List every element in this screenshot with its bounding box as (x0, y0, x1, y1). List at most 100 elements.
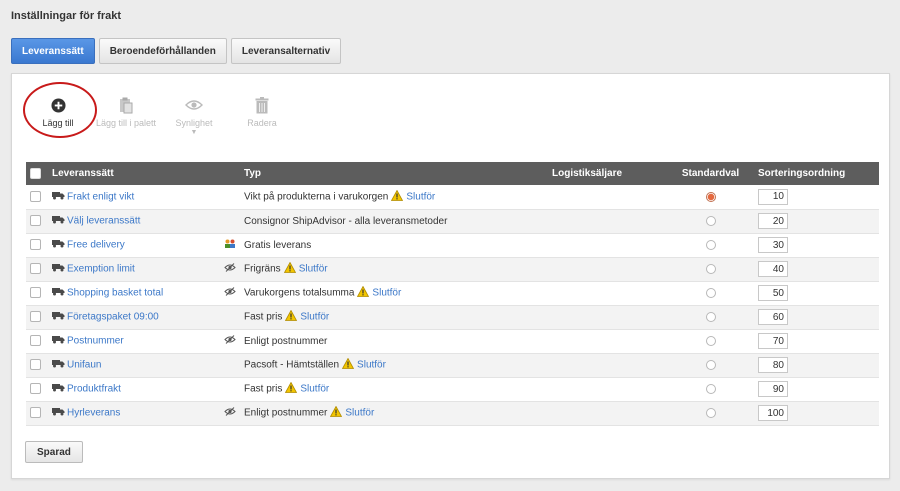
sort-order-input[interactable] (758, 309, 788, 325)
trash-icon (255, 96, 269, 114)
sort-order-input[interactable] (758, 333, 788, 349)
default-radio[interactable] (705, 263, 716, 274)
delivery-method-link[interactable]: Shopping basket total (67, 288, 163, 299)
eye-icon (185, 96, 203, 114)
row-checkbox[interactable] (30, 335, 41, 347)
truck-icon (52, 383, 65, 395)
finish-link[interactable]: Slutför (300, 312, 329, 323)
truck-icon (52, 407, 65, 419)
table-header-row: Leveranssätt Typ Logistiksäljare Standar… (26, 162, 879, 185)
table-row: Shopping basket total Varukorgens totalsu… (26, 281, 879, 305)
default-radio[interactable] (705, 407, 716, 418)
type-text: Frigräns (244, 263, 281, 275)
sort-order-input[interactable] (758, 237, 788, 253)
sort-order-input[interactable] (758, 357, 788, 373)
delivery-method-link[interactable]: Företagspaket 09:00 (67, 312, 159, 323)
row-checkbox[interactable] (30, 383, 41, 395)
delivery-method-link[interactable]: Postnummer (67, 336, 124, 347)
add-button-label: Lägg till (42, 118, 74, 128)
delivery-method-link[interactable]: Unifaun (67, 360, 101, 371)
select-all-cell (26, 162, 48, 185)
truck-icon (52, 239, 65, 251)
logistics-cell (548, 353, 673, 377)
sort-order-input[interactable] (758, 188, 788, 205)
main-panel: Lägg till Lägg till i palett Synlighet ▼… (11, 73, 890, 479)
table-row: Frakt enligt vikt Vikt på produkterna i v… (26, 185, 879, 209)
add-to-palette-button[interactable]: Lägg till i palett (92, 86, 160, 136)
row-checkbox[interactable] (30, 359, 41, 371)
type-text: Pacsoft - Hämtställen (244, 359, 340, 371)
default-radio[interactable] (705, 287, 716, 298)
delivery-method-link[interactable]: Produktfrakt (67, 384, 121, 395)
warning-icon (391, 189, 404, 204)
dropdown-caret-icon: ▼ (190, 129, 198, 136)
warning-icon (357, 285, 370, 300)
column-header-sort[interactable]: Sorteringsordning (748, 162, 879, 185)
row-checkbox[interactable] (30, 191, 41, 203)
default-radio[interactable] (705, 239, 716, 250)
finish-link[interactable]: Slutför (372, 288, 401, 299)
warning-icon (341, 357, 355, 372)
default-radio[interactable] (705, 215, 716, 226)
truck-icon (52, 263, 65, 275)
delivery-method-link[interactable]: Välj leveranssätt (67, 216, 140, 227)
truck-icon (52, 311, 65, 323)
table-row: Välj leveranssätt Consignor ShipAdvisor -… (26, 209, 879, 233)
sort-order-input[interactable] (758, 405, 788, 421)
delivery-method-link[interactable]: Frakt enligt vikt (67, 191, 134, 202)
finish-link[interactable]: Slutför (300, 384, 329, 395)
logistics-cell (548, 305, 673, 329)
row-checkbox[interactable] (30, 263, 41, 275)
tab-leveranssatt[interactable]: Leveranssätt (11, 38, 95, 64)
select-all-checkbox[interactable] (30, 167, 41, 179)
column-header-name[interactable]: Leveranssätt (48, 162, 220, 185)
finish-link[interactable]: Slutför (357, 360, 386, 371)
delete-label: Radera (247, 118, 277, 128)
logistics-cell (548, 209, 673, 233)
warning-icon (285, 381, 298, 396)
table-row: Postnummer Enligt postnummer (26, 329, 879, 353)
row-checkbox[interactable] (30, 215, 41, 227)
visibility-button[interactable]: Synlighet ▼ (160, 86, 228, 136)
row-checkbox[interactable] (30, 407, 41, 419)
tab-leveransalternativ[interactable]: Leveransalternativ (230, 38, 342, 64)
truck-icon (52, 287, 65, 299)
sort-order-input[interactable] (758, 285, 788, 301)
logistics-cell (548, 257, 673, 281)
column-header-type[interactable]: Typ (240, 162, 548, 185)
default-radio[interactable] (705, 359, 716, 370)
finish-link[interactable]: Slutför (345, 408, 374, 419)
type-text: Fast pris (244, 383, 283, 395)
delivery-method-link[interactable]: Free delivery (67, 240, 125, 251)
default-radio[interactable] (705, 191, 716, 202)
column-header-logistics[interactable]: Logistiksäljare (548, 162, 673, 185)
sort-order-input[interactable] (758, 261, 788, 277)
visibility-label: Synlighet (175, 118, 213, 128)
default-radio[interactable] (705, 383, 716, 394)
table-row: Produktfrakt Fast pris Slutför (26, 377, 879, 401)
save-button[interactable]: Sparad (25, 441, 83, 463)
sort-order-input[interactable] (758, 381, 788, 397)
row-checkbox[interactable] (30, 287, 41, 299)
add-button[interactable]: Lägg till (24, 86, 92, 136)
column-header-default[interactable]: Standardval (673, 162, 748, 185)
finish-link[interactable]: Slutför (299, 264, 328, 275)
truck-icon (52, 359, 65, 371)
table-row: Hyrleverans Enligt postnummer Slutför (26, 401, 879, 425)
row-checkbox[interactable] (30, 239, 41, 251)
people-icon (224, 239, 236, 251)
default-radio[interactable] (705, 311, 716, 322)
row-checkbox[interactable] (30, 311, 41, 323)
sort-order-input[interactable] (758, 213, 788, 229)
default-radio[interactable] (705, 335, 716, 346)
add-icon (50, 96, 66, 114)
type-text: Enligt postnummer (244, 407, 328, 419)
finish-link[interactable]: Slutför (406, 191, 435, 202)
tab-beroendeforhallanden[interactable]: Beroendeförhållanden (98, 38, 227, 64)
warning-icon (330, 405, 343, 420)
delivery-method-link[interactable]: Exemption limit (67, 264, 135, 275)
truck-icon (52, 191, 65, 203)
delivery-method-link[interactable]: Hyrleverans (67, 408, 120, 419)
hidden-eye-icon (224, 287, 236, 299)
delete-button[interactable]: Radera (228, 86, 296, 136)
